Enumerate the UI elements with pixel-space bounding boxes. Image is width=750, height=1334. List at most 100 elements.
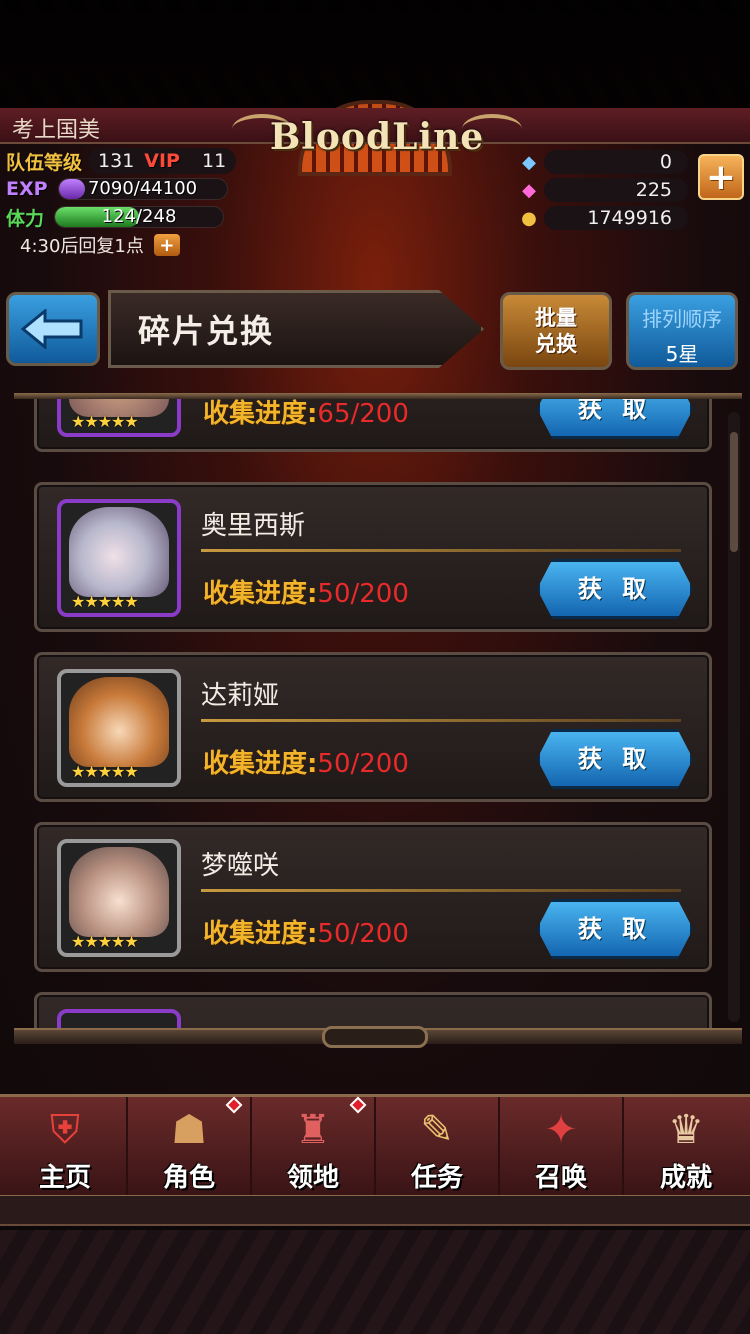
progress-label: 收集进度: (203, 579, 318, 609)
list-item: ★★★★★ 收集进度:65/200 获 取 (34, 394, 712, 452)
divider (201, 719, 681, 722)
notification-badge (225, 1096, 243, 1114)
divider (201, 889, 681, 892)
nav-footer (0, 1196, 750, 1226)
trophy-icon: ♛ (668, 1107, 704, 1153)
team-level-value: 131 VIP 11 (88, 148, 237, 174)
summon-cards-icon: ✦ (544, 1107, 578, 1153)
nav-territory[interactable]: ♜ 领地 (252, 1096, 376, 1195)
collect-progress: 收集进度:50/200 (203, 913, 409, 950)
stamina-row: 体力 124/248 (6, 204, 225, 230)
hero-name: 奥里西斯 (201, 511, 306, 541)
nav-summon[interactable]: ✦ 召唤 (500, 1097, 624, 1195)
batch-exchange-button[interactable]: 批量 兑换 (500, 292, 612, 370)
hero-portrait: ★★★★★ (57, 669, 181, 787)
hero-name: 梦噬咲 (201, 851, 280, 881)
list-item: ★★★★★ 达莉娅 收集进度:50/200 获 取 (34, 652, 712, 802)
bottom-nav: ⛨ 主页 ☗ 角色 ♜ 领地 ✎ 任务 ✦ 召唤 ♛ 成就 (0, 1094, 750, 1198)
nav-quest[interactable]: ✎ 任务 (376, 1097, 500, 1195)
logo-text: BloodLine (269, 116, 485, 158)
list-top-edge (14, 393, 742, 399)
gem-icon: ◆ (522, 179, 536, 201)
list-bottom-ornament (322, 1026, 428, 1048)
progress-value: 50/200 (317, 919, 409, 949)
stamina-label: 体力 (6, 207, 45, 230)
nav-label: 任务 (410, 1163, 463, 1193)
get-button[interactable]: 获 取 (537, 729, 693, 789)
character-icon: ☗ (171, 1107, 207, 1153)
game-logo: BloodLine (232, 104, 522, 184)
progress-label: 收集进度: (203, 399, 318, 429)
crystal-value: 0 (544, 150, 688, 174)
list-item: ★★★★★ 奥里西斯 收集进度:50/200 获 取 (34, 482, 712, 632)
sort-value: 5星 (665, 342, 699, 366)
nav-label: 召唤 (534, 1163, 587, 1193)
batch-label-line2: 兑换 (535, 332, 577, 356)
top-ornament (0, 0, 750, 110)
nav-label: 成就 (659, 1163, 712, 1193)
nav-label: 主页 (38, 1163, 91, 1193)
stamina-add-button[interactable]: + (153, 234, 180, 256)
sort-order-button[interactable]: 排列顺序 5星 (626, 292, 738, 370)
gem-value: 225 (544, 178, 688, 202)
exp-row: EXP 7090/44100 (6, 176, 228, 202)
team-level-label: 队伍等级 (6, 151, 83, 174)
collect-progress: 收集进度:50/200 (203, 573, 409, 610)
vip-label: VIP (144, 150, 180, 172)
page-title: 碎片兑换 (138, 312, 275, 350)
gold-coin-icon: ● (521, 207, 537, 229)
hero-name: 达莉娅 (201, 681, 280, 711)
star-rating: ★★★★★ (71, 412, 139, 431)
collect-progress: 收集进度:50/200 (203, 743, 409, 780)
batch-label-line1: 批量 (535, 306, 577, 330)
nav-character[interactable]: ☗ 角色 (128, 1096, 252, 1195)
hero-portrait: ★★★★★ (57, 394, 181, 437)
add-currency-button[interactable]: + (698, 154, 744, 200)
nav-label: 领地 (286, 1163, 339, 1193)
recover-row: 4:30后回复1点 + (20, 232, 180, 258)
currency-gold: ● 1749916 (518, 206, 688, 230)
back-arrow-icon (21, 309, 83, 349)
fragment-list[interactable]: ★★★★★ 收集进度:65/200 获 取 ★★★★★ 奥里西斯 收集进度:50… (14, 394, 742, 1044)
recover-text: 4:30后回复1点 (20, 236, 144, 257)
star-rating: ★★★★★ (71, 932, 139, 951)
scroll-thumb[interactable] (730, 432, 738, 552)
progress-label: 收集进度: (203, 749, 318, 779)
vip-level: 11 (201, 150, 227, 172)
quest-book-icon: ✎ (420, 1107, 454, 1153)
progress-label: 收集进度: (203, 919, 318, 949)
team-level-row: 队伍等级 131 VIP 11 (6, 148, 237, 174)
currency-gem: ◆ 225 (518, 178, 688, 202)
hero-portrait: ★★★★★ (57, 499, 181, 617)
hero-portrait: ★★★★★ (57, 839, 181, 957)
sort-label: 排列顺序 (642, 307, 722, 331)
player-header: 考上国美 BloodLine 队伍等级 131 VIP 11 EXP 7090/… (0, 104, 750, 276)
currency-crystal: ◆ 0 (518, 150, 688, 174)
divider (201, 549, 681, 552)
exp-bar: 7090/44100 (57, 178, 228, 200)
stamina-text: 124/248 (101, 206, 177, 227)
crystal-icon: ◆ (522, 151, 536, 173)
collect-progress: 收集进度:65/200 (203, 394, 409, 430)
list-item: ★★★★★ 梦噬咲 收集进度:50/200 获 取 (34, 822, 712, 972)
get-button[interactable]: 获 取 (537, 559, 693, 619)
home-shield-icon: ⛨ (50, 1107, 80, 1153)
bottom-ornament (0, 1230, 750, 1334)
star-rating: ★★★★★ (71, 762, 139, 781)
back-button[interactable] (6, 292, 100, 366)
nav-home[interactable]: ⛨ 主页 (4, 1097, 128, 1195)
progress-value: 50/200 (317, 579, 409, 609)
exp-text: 7090/44100 (87, 178, 198, 199)
stamina-bar: 124/248 (54, 206, 225, 228)
player-name: 考上国美 (12, 118, 101, 143)
list-scrollbar[interactable] (728, 412, 740, 1022)
nav-achievement[interactable]: ♛ 成就 (624, 1097, 748, 1195)
get-button[interactable]: 获 取 (537, 899, 693, 959)
nav-label: 角色 (162, 1163, 215, 1193)
castle-icon: ♜ (295, 1107, 331, 1153)
star-rating: ★★★★★ (71, 592, 139, 611)
get-button[interactable]: 获 取 (537, 394, 693, 439)
progress-value: 65/200 (317, 399, 409, 429)
gold-value: 1749916 (544, 206, 688, 230)
exp-label: EXP (6, 178, 48, 200)
